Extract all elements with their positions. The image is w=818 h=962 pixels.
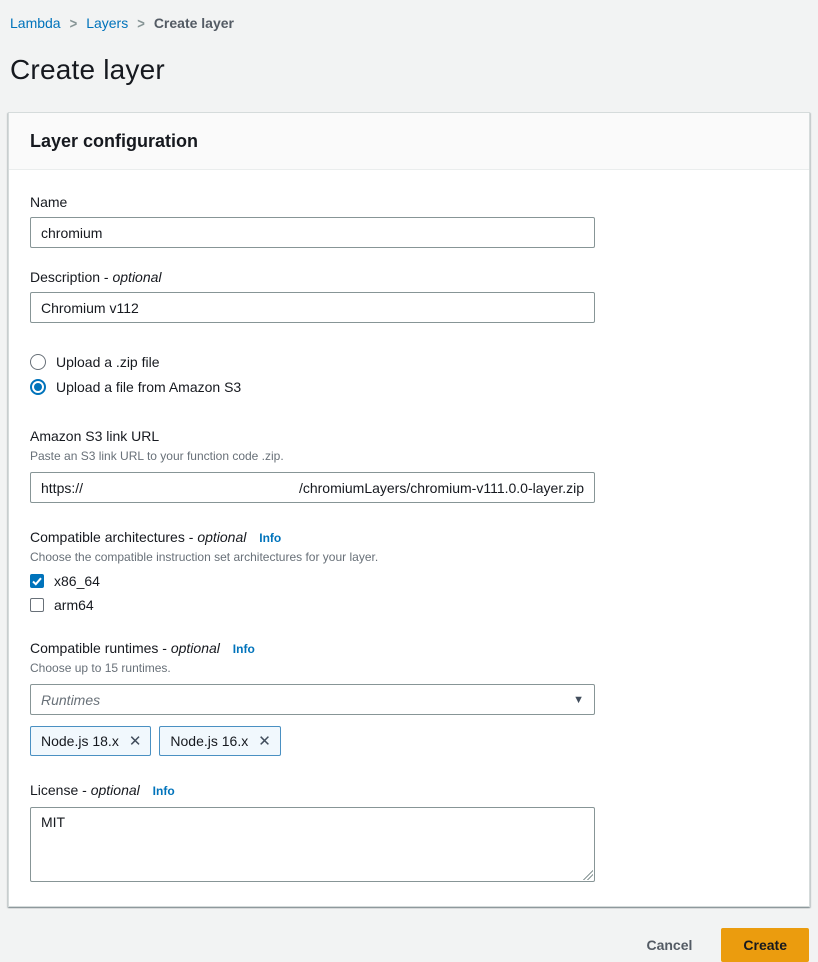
s3-url-helper: Paste an S3 link URL to your function co… bbox=[30, 448, 789, 464]
label-dash: - bbox=[104, 269, 109, 285]
runtime-token-list: Node.js 18.x ✕ Node.js 16.x ✕ bbox=[30, 726, 789, 756]
breadcrumb-separator-icon: > bbox=[70, 14, 78, 31]
license-info-link[interactable]: Info bbox=[153, 784, 175, 798]
runtime-token-nodejs16: Node.js 16.x ✕ bbox=[159, 726, 280, 756]
checkbox-arm64[interactable]: arm64 bbox=[30, 597, 789, 613]
name-input[interactable] bbox=[30, 217, 595, 248]
card-body: Name Description - optional Upload a .zi… bbox=[9, 170, 809, 906]
label-dash: - bbox=[82, 782, 87, 798]
checkbox-unchecked-icon[interactable] bbox=[30, 598, 44, 612]
radio-upload-zip-label: Upload a .zip file bbox=[56, 354, 160, 370]
token-label: Node.js 16.x bbox=[170, 733, 248, 749]
optional-suffix: optional bbox=[197, 529, 246, 545]
s3-url-value-prefix: https:// bbox=[41, 480, 83, 496]
optional-suffix: optional bbox=[91, 782, 140, 798]
description-input[interactable] bbox=[30, 292, 595, 323]
s3-url-field: Amazon S3 link URL Paste an S3 link URL … bbox=[30, 428, 789, 503]
form-footer: Cancel Create bbox=[0, 907, 818, 962]
breadcrumb-link-layers[interactable]: Layers bbox=[86, 15, 128, 31]
breadcrumb-separator-icon: > bbox=[137, 14, 145, 31]
runtimes-select-placeholder: Runtimes bbox=[41, 692, 100, 708]
license-field: License - optional Info MIT bbox=[30, 782, 789, 882]
create-button[interactable]: Create bbox=[721, 928, 809, 962]
name-field: Name bbox=[30, 194, 789, 248]
architectures-helper: Choose the compatible instruction set ar… bbox=[30, 549, 789, 565]
breadcrumb-link-lambda[interactable]: Lambda bbox=[10, 15, 61, 31]
checkbox-x86-64-label: x86_64 bbox=[54, 573, 100, 589]
architectures-label: Compatible architectures - optional Info bbox=[30, 529, 789, 545]
checkmark-icon bbox=[32, 577, 42, 586]
radio-upload-s3-label: Upload a file from Amazon S3 bbox=[56, 379, 241, 395]
label-dash: - bbox=[189, 529, 194, 545]
s3-url-label: Amazon S3 link URL bbox=[30, 428, 789, 444]
breadcrumb-current-page: Create layer bbox=[154, 15, 234, 31]
optional-suffix: optional bbox=[171, 640, 220, 656]
lambda-create-layer-page: Lambda > Layers > Create layer Create la… bbox=[0, 0, 818, 931]
card-header: Layer configuration bbox=[9, 113, 809, 170]
close-icon[interactable]: ✕ bbox=[129, 734, 142, 749]
s3-url-value-suffix: /chromiumLayers/chromium-v111.0.0-layer.… bbox=[299, 480, 584, 496]
runtimes-field: Compatible runtimes - optional Info Choo… bbox=[30, 640, 789, 756]
architectures-label-text: Compatible architectures bbox=[30, 529, 185, 545]
license-label-text: License bbox=[30, 782, 78, 798]
upload-source-radio-group: Upload a .zip file Upload a file from Am… bbox=[30, 354, 789, 395]
name-label-text: Name bbox=[30, 194, 67, 210]
runtimes-info-link[interactable]: Info bbox=[233, 642, 255, 656]
token-label: Node.js 18.x bbox=[41, 733, 119, 749]
label-dash: - bbox=[162, 640, 167, 656]
runtime-token-nodejs18: Node.js 18.x ✕ bbox=[30, 726, 151, 756]
radio-selected-icon[interactable] bbox=[30, 379, 46, 395]
description-label: Description - optional bbox=[30, 269, 789, 285]
radio-upload-zip[interactable]: Upload a .zip file bbox=[30, 354, 789, 370]
runtimes-helper: Choose up to 15 runtimes. bbox=[30, 660, 789, 676]
s3-url-input[interactable]: https:// /chromiumLayers/chromium-v111.0… bbox=[30, 472, 595, 503]
s3-url-label-text: Amazon S3 link URL bbox=[30, 428, 159, 444]
checkbox-x86-64[interactable]: x86_64 bbox=[30, 573, 789, 589]
card-title: Layer configuration bbox=[30, 131, 789, 152]
optional-suffix: optional bbox=[112, 269, 161, 285]
close-icon[interactable]: ✕ bbox=[258, 734, 271, 749]
license-label: License - optional Info bbox=[30, 782, 789, 798]
cancel-button[interactable]: Cancel bbox=[625, 929, 713, 961]
description-label-text: Description bbox=[30, 269, 100, 285]
name-label: Name bbox=[30, 194, 789, 210]
page-title: Create layer bbox=[10, 54, 818, 86]
runtimes-label-text: Compatible runtimes bbox=[30, 640, 158, 656]
radio-unselected-icon[interactable] bbox=[30, 354, 46, 370]
description-field: Description - optional bbox=[30, 269, 789, 323]
layer-configuration-card: Layer configuration Name Description - o… bbox=[8, 112, 810, 907]
radio-upload-s3[interactable]: Upload a file from Amazon S3 bbox=[30, 379, 789, 395]
architectures-field: Compatible architectures - optional Info… bbox=[30, 529, 789, 613]
resize-handle-icon[interactable] bbox=[583, 870, 593, 880]
runtimes-label: Compatible runtimes - optional Info bbox=[30, 640, 789, 656]
chevron-down-icon: ▼ bbox=[573, 694, 584, 706]
license-textarea-wrap: MIT bbox=[30, 807, 595, 882]
checkbox-checked-icon[interactable] bbox=[30, 574, 44, 588]
breadcrumb: Lambda > Layers > Create layer bbox=[0, 0, 818, 31]
license-textarea[interactable]: MIT bbox=[30, 807, 595, 882]
architectures-info-link[interactable]: Info bbox=[259, 531, 281, 545]
runtimes-select[interactable]: Runtimes ▼ bbox=[30, 684, 595, 715]
checkbox-arm64-label: arm64 bbox=[54, 597, 94, 613]
